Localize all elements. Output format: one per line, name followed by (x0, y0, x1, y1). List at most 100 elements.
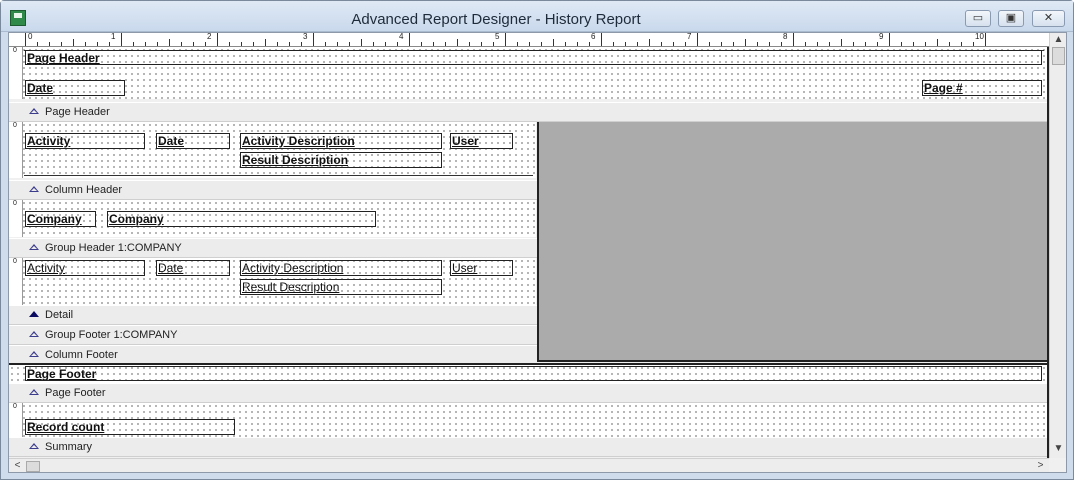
maximize-button[interactable]: ▣ (998, 10, 1024, 27)
detail-activity-field[interactable]: Activity (25, 260, 145, 276)
scroll-left-icon[interactable]: < (10, 460, 25, 472)
ruler-tick (481, 42, 482, 46)
scroll-up-icon[interactable]: ▲ (1051, 34, 1066, 46)
ruler-tick (637, 42, 638, 46)
horizontal-scroll-thumb[interactable] (26, 461, 40, 472)
ruler-tick (337, 42, 338, 46)
column-header-underline (24, 175, 533, 176)
ruler-tick (385, 42, 386, 46)
ruler-tick (769, 42, 770, 46)
ruler-label: 9 (879, 33, 884, 41)
column-header-activity-description-label[interactable]: Activity Description (240, 133, 442, 149)
column-header-result-description-label[interactable]: Result Description (240, 152, 442, 168)
ruler-tick (937, 39, 938, 46)
ruler-tick (745, 39, 746, 46)
ruler-label: 7 (687, 33, 692, 41)
ruler-tick (721, 42, 722, 46)
outside-page-area (537, 122, 1049, 362)
summary-record-count-label[interactable]: Record count (25, 419, 235, 435)
window-title: Advanced Report Designer - History Repor… (351, 11, 641, 28)
ruler-tick (289, 42, 290, 46)
page-header-title-label[interactable]: Page Header (25, 50, 1042, 65)
page-footer-title-label[interactable]: Page Footer (25, 366, 1042, 381)
detail-user-field[interactable]: User (450, 260, 513, 276)
section-bar-page-footer[interactable]: Page Footer (9, 383, 1047, 403)
ruler-tick (793, 33, 794, 46)
ruler-tick (37, 42, 38, 46)
ruler-tick (949, 42, 950, 46)
ruler-tick (709, 42, 710, 46)
ruler-tick (373, 42, 374, 46)
column-header-band[interactable] (9, 122, 536, 178)
ruler-tick (673, 42, 674, 46)
section-bar-detail[interactable]: Detail (9, 305, 537, 325)
ruler-tick (241, 42, 242, 46)
ruler-tick (577, 42, 578, 46)
ruler-tick (697, 33, 698, 46)
ruler-tick (601, 33, 602, 46)
scroll-right-icon[interactable]: > (1033, 460, 1048, 472)
ruler-tick (877, 42, 878, 46)
ruler-tick (157, 42, 158, 46)
ruler-tick (973, 42, 974, 46)
ruler-tick (841, 39, 842, 46)
close-button[interactable]: ✕ (1032, 10, 1065, 27)
vertical-scrollbar[interactable]: ▲ ▼ (1049, 33, 1066, 458)
ruler-tick (913, 42, 914, 46)
ruler-tick (121, 33, 122, 46)
page-footer-top-border (9, 363, 1047, 365)
ruler-tick (145, 42, 146, 46)
collapse-triangle-icon[interactable] (29, 331, 39, 337)
column-header-date-label[interactable]: Date (156, 133, 230, 149)
ruler-tick (757, 42, 758, 46)
collapse-triangle-icon[interactable] (29, 351, 39, 357)
ruler-tick (829, 42, 830, 46)
section-bar-group-header[interactable]: Group Header 1:COMPANY (9, 238, 537, 258)
collapse-triangle-icon[interactable] (29, 186, 39, 192)
collapse-triangle-icon[interactable] (29, 443, 39, 449)
section-bar-group-footer[interactable]: Group Footer 1:COMPANY (9, 325, 537, 345)
ruler-tick (553, 39, 554, 46)
column-header-user-label[interactable]: User (450, 133, 513, 149)
vertical-ruler: 0 (9, 47, 23, 99)
page-header-page-number-label[interactable]: Page # (922, 80, 1042, 96)
ruler-tick (325, 42, 326, 46)
ruler-label: 4 (399, 33, 404, 41)
detail-activity-description-field[interactable]: Activity Description (240, 260, 442, 276)
section-bar-page-header[interactable]: Page Header (9, 102, 1047, 122)
group-header-company-field[interactable]: Company (107, 211, 376, 227)
collapse-triangle-icon[interactable] (29, 244, 39, 250)
page-header-date-label[interactable]: Date (25, 80, 125, 96)
ruler-tick (889, 33, 890, 46)
collapse-triangle-icon[interactable] (29, 311, 39, 317)
ruler-tick (865, 42, 866, 46)
collapse-triangle-icon[interactable] (29, 108, 39, 114)
detail-date-field[interactable]: Date (156, 260, 230, 276)
vertical-scroll-thumb[interactable] (1052, 47, 1065, 65)
scrollbar-corner (1049, 458, 1066, 472)
scroll-down-icon[interactable]: ▼ (1051, 443, 1066, 455)
minimize-button[interactable]: ▭ (965, 10, 991, 27)
detail-result-description-field[interactable]: Result Description (240, 279, 442, 295)
section-bar-column-footer[interactable]: Column Footer (9, 345, 537, 365)
ruler-tick (25, 33, 26, 46)
ruler-tick (433, 42, 434, 46)
title-bar: Advanced Report Designer - History Repor… (1, 1, 1073, 32)
vertical-ruler: 0 (9, 122, 23, 178)
ruler-tick (661, 42, 662, 46)
ruler-tick (985, 33, 986, 46)
column-header-activity-label[interactable]: Activity (25, 133, 145, 149)
section-bar-summary[interactable]: Summary (9, 437, 1047, 457)
section-bar-column-header[interactable]: Column Header (9, 180, 537, 200)
ruler-label: 1 (111, 33, 116, 41)
ruler-tick (73, 39, 74, 46)
collapse-triangle-icon[interactable] (29, 389, 39, 395)
ruler-tick (301, 42, 302, 46)
ruler-tick (505, 33, 506, 46)
ruler-label: 3 (303, 33, 308, 41)
ruler-label: 5 (495, 33, 500, 41)
ruler-tick (193, 42, 194, 46)
ruler-tick (685, 42, 686, 46)
group-header-company-label[interactable]: Company (25, 211, 96, 227)
horizontal-scrollbar[interactable]: < > (9, 458, 1049, 472)
